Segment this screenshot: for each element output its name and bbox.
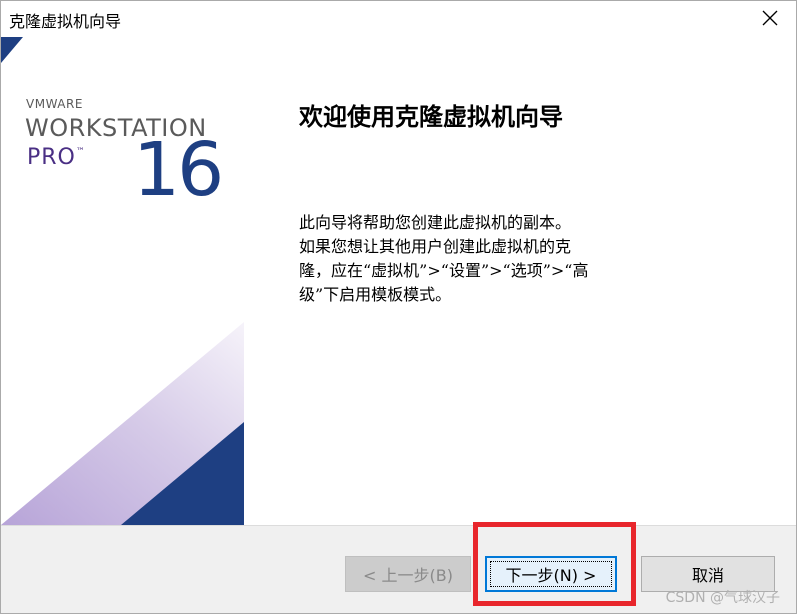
brand-vendor: VMWARE	[26, 97, 83, 111]
close-button[interactable]	[750, 3, 790, 33]
next-button[interactable]: 下一步(N) >	[485, 556, 617, 592]
product-banner: VMWARE WORKSTATION PRO™ 16	[1, 37, 244, 525]
focus-rectangle	[490, 561, 612, 587]
clone-wizard-window: 克隆虚拟机向导 VMWARE WORKSTATION PRO™ 16 欢迎使用克…	[0, 0, 797, 614]
wizard-heading: 欢迎使用克隆虚拟机向导	[299, 102, 563, 131]
brand-version: 16	[133, 127, 224, 213]
back-button[interactable]: < 上一步(B)	[345, 556, 471, 592]
brand-edition-text: PRO	[27, 145, 76, 170]
title-bar: 克隆虚拟机向导	[1, 1, 796, 35]
wizard-description: 此向导将帮助您创建此虚拟机的副本。 如果您想让其他用户创建此虚拟机的克 隆，应在…	[299, 211, 619, 307]
close-icon	[762, 10, 778, 26]
brand-trademark: ™	[75, 147, 85, 157]
description-line: 此向导将帮助您创建此虚拟机的副本。	[299, 213, 572, 232]
brand-edition: PRO™	[27, 145, 85, 170]
corner-triangle-top	[1, 37, 23, 63]
watermark: CSDN @气球汉子	[665, 590, 780, 606]
description-line: 隆，应在“虚拟机”>“设置”>“选项”>“高	[299, 261, 589, 280]
description-line: 级”下启用模板模式。	[299, 285, 452, 304]
description-line: 如果您想让其他用户创建此虚拟机的克	[299, 237, 572, 256]
window-title: 克隆虚拟机向导	[9, 12, 122, 31]
